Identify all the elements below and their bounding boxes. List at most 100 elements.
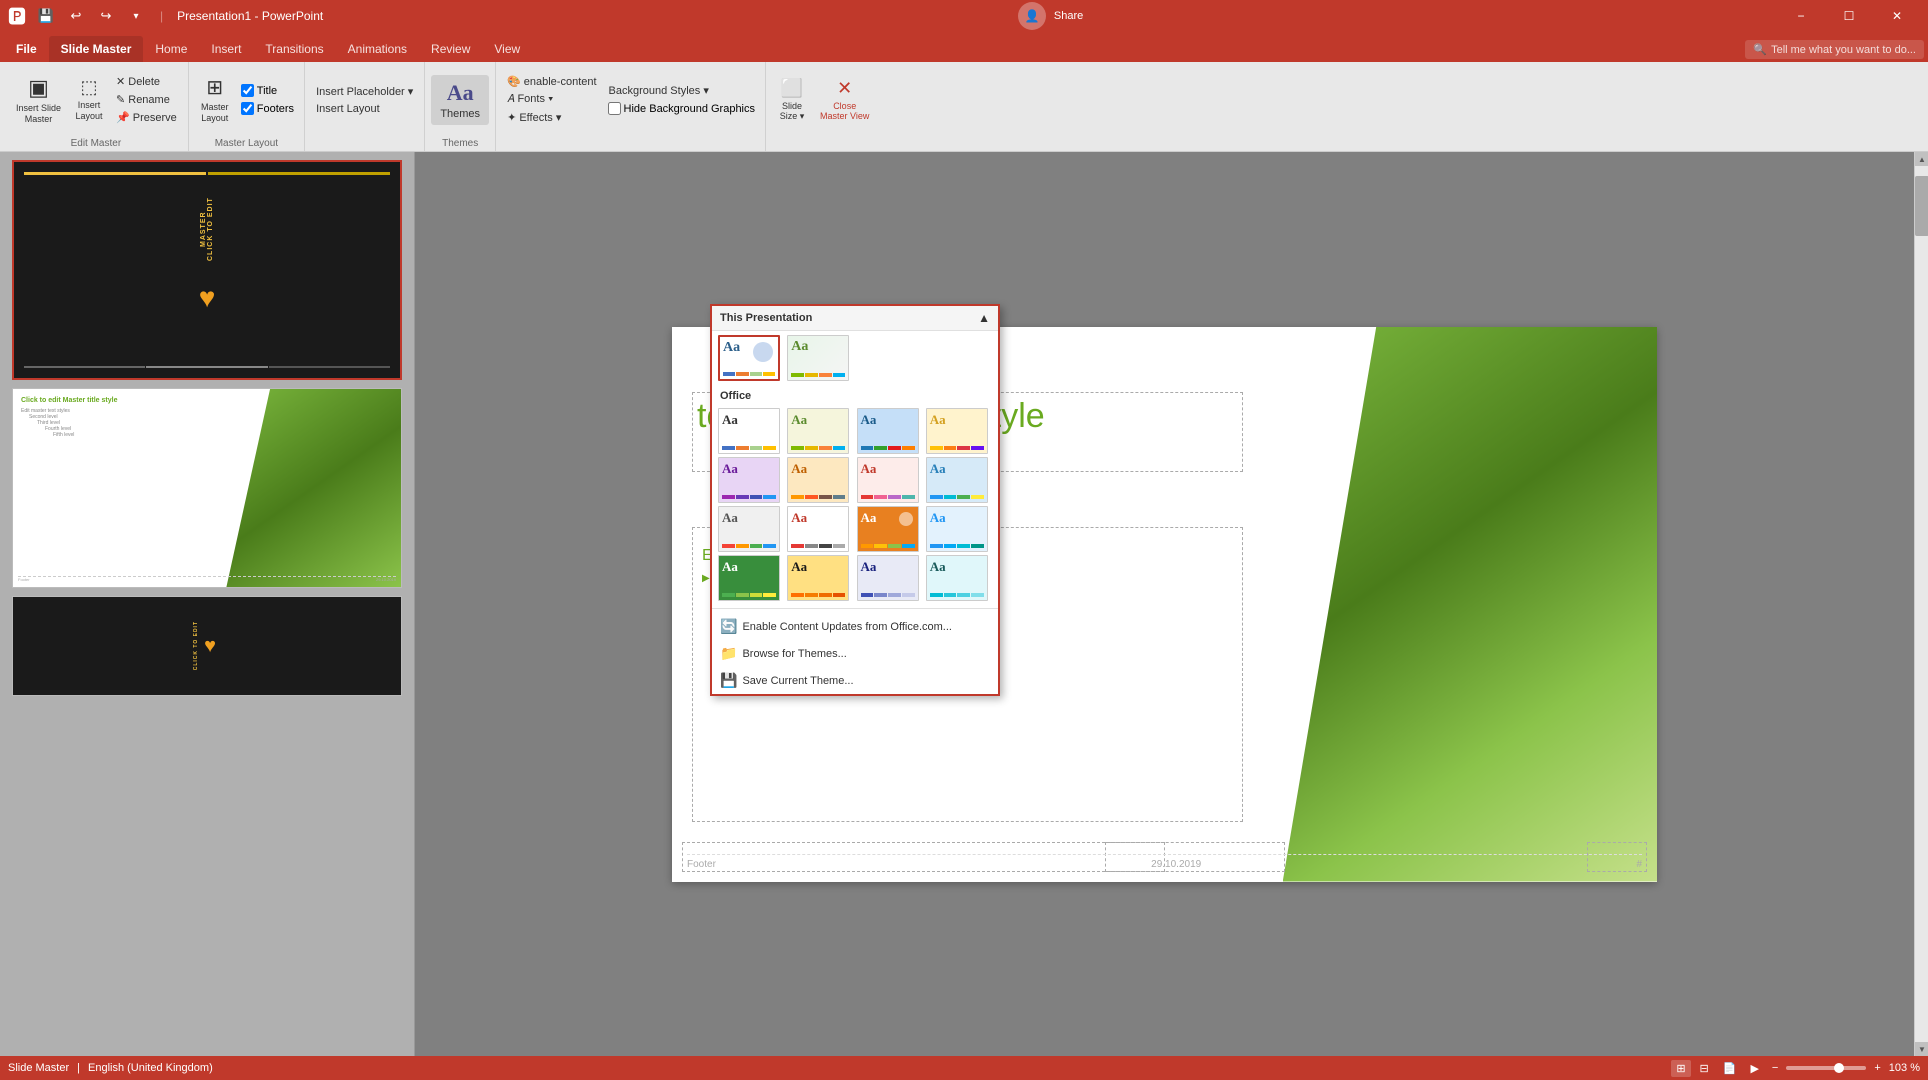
thumb2-title: Click to edit Master title style: [21, 397, 393, 404]
office-aa-14: Aa: [791, 559, 845, 575]
this-presentation-grid: Aa: [712, 331, 998, 385]
tab-review[interactable]: Review: [419, 36, 482, 62]
tab-insert[interactable]: Insert: [199, 36, 253, 62]
office-theme-3[interactable]: Aa: [857, 408, 919, 454]
colors-button[interactable]: 🎨 enable-content: [502, 73, 601, 90]
office-theme-10[interactable]: Aa: [787, 506, 849, 552]
theme-tile-current-1[interactable]: Aa: [718, 335, 780, 381]
thumb1-top-bars: [24, 172, 390, 175]
zoom-plus[interactable]: +: [1874, 1062, 1880, 1074]
thumb2-text-area: Click to edit Master title style Edit ma…: [13, 389, 401, 446]
maximize-button[interactable]: ☐: [1826, 0, 1872, 32]
browse-themes-icon: 📁: [720, 645, 737, 662]
share-button[interactable]: Share: [1054, 10, 1083, 22]
title-checkbox[interactable]: Title: [237, 82, 298, 99]
theme-tile-current-2[interactable]: Aa: [787, 335, 849, 381]
office-theme-14[interactable]: Aa: [787, 555, 849, 601]
rename-button[interactable]: ✎ Rename: [111, 91, 182, 108]
slide-thumb-container-2: 2 Click to edit Master title style Edit …: [12, 388, 402, 588]
ribbon-group-master-layout: ⊞ MasterLayout Title Footers Master Layo…: [189, 62, 305, 151]
office-theme-11[interactable]: Aa: [857, 506, 919, 552]
window-controls: − ☐ ✕: [1778, 0, 1920, 32]
hide-background-checkbox[interactable]: Hide Background Graphics: [604, 100, 759, 117]
office-theme-8[interactable]: Aa: [926, 457, 988, 503]
theme-bar-2-4: [833, 373, 846, 377]
themes-section-title: This Presentation: [720, 312, 812, 324]
office-theme-5[interactable]: Aa: [718, 457, 780, 503]
scroll-down-arrow[interactable]: ▼: [1915, 1042, 1928, 1056]
office-theme-4[interactable]: Aa: [926, 408, 988, 454]
slide-sorter-button[interactable]: ⊟: [1695, 1060, 1714, 1077]
thumb1-content: CLICK TO EDIT MASTER ♥: [24, 189, 390, 314]
themes-button[interactable]: Aa Themes: [431, 75, 489, 125]
close-master-button[interactable]: ✕ CloseMaster View: [814, 75, 875, 124]
fonts-button[interactable]: 𝐴 Fonts ▾: [502, 91, 601, 108]
minimize-button[interactable]: −: [1778, 0, 1824, 32]
zoom-minus[interactable]: −: [1772, 1062, 1778, 1074]
insert-layout-button[interactable]: ⬚ InsertLayout: [69, 74, 109, 125]
save-button[interactable]: 💾: [32, 2, 60, 30]
office-aa-1: Aa: [722, 412, 776, 428]
office-theme-16[interactable]: Aa: [926, 555, 988, 601]
office-theme-inner-13: Aa: [719, 556, 779, 600]
reading-view-button[interactable]: 📄: [1718, 1060, 1742, 1077]
insert-placeholder-button[interactable]: Insert Placeholder ▾: [311, 83, 418, 100]
office-theme-inner-2: Aa: [788, 409, 848, 453]
slide-thumb-2[interactable]: Click to edit Master title style Edit ma…: [12, 388, 402, 588]
customize-button[interactable]: ▾: [122, 2, 150, 30]
delete-button[interactable]: ✕ Delete: [111, 73, 182, 90]
close-master-icon: ✕: [837, 78, 852, 99]
slide-thumb-3[interactable]: CLICK TO EDIT ♥: [12, 596, 402, 696]
office-bars-13: [722, 593, 776, 597]
insert-layout3-button[interactable]: Insert Layout: [311, 101, 418, 117]
slideshow-button[interactable]: ▶: [1745, 1060, 1763, 1077]
scroll-up-arrow[interactable]: ▲: [1915, 152, 1928, 166]
normal-view-button[interactable]: ⊞: [1671, 1060, 1690, 1077]
themes-close-btn[interactable]: ▲: [978, 311, 990, 325]
theme-bar-1-4: [763, 372, 775, 376]
office-theme-6[interactable]: Aa: [787, 457, 849, 503]
title-bar: 🅿 💾 ↩ ↪ ▾ | Presentation1 - PowerPoint 👤…: [0, 0, 1928, 32]
insert-slide-master-icon: ▣: [28, 75, 49, 101]
slide-size-button[interactable]: ⬜ SlideSize ▾: [772, 75, 812, 125]
footers-checkbox[interactable]: Footers: [237, 100, 298, 117]
enable-content-link[interactable]: 🔄 Enable Content Updates from Office.com…: [712, 613, 998, 640]
user-area: 👤 Share: [1018, 2, 1083, 30]
office-theme-2[interactable]: Aa: [787, 408, 849, 454]
tab-slide-master[interactable]: Slide Master: [49, 36, 144, 62]
effects-button[interactable]: ✦ Effects ▾: [502, 109, 601, 126]
office-theme-13[interactable]: Aa: [718, 555, 780, 601]
browse-themes-label: Browse for Themes...: [742, 648, 846, 660]
slide-panel[interactable]: CLICK TO EDIT MASTER ♥ 2 Cli: [0, 152, 415, 1056]
tab-file[interactable]: File: [4, 36, 49, 62]
save-theme-link[interactable]: 💾 Save Current Theme...: [712, 667, 998, 694]
close-button[interactable]: ✕: [1874, 0, 1920, 32]
zoom-slider[interactable]: [1786, 1066, 1866, 1070]
search-box[interactable]: 🔍 Tell me what you want to do...: [1745, 40, 1924, 59]
slide-size-icon: ⬜: [781, 78, 803, 99]
canvas-wrapper: to edit Master title style Edit master t…: [415, 152, 1928, 1056]
office-theme-7[interactable]: Aa: [857, 457, 919, 503]
scrollbar-thumb[interactable]: [1915, 176, 1928, 236]
office-theme-inner-16: Aa: [927, 556, 987, 600]
browse-themes-link[interactable]: 📁 Browse for Themes...: [712, 640, 998, 667]
scrollbar-track[interactable]: [1915, 166, 1928, 1042]
insert-slide-master-button[interactable]: ▣ Insert SlideMaster: [10, 72, 67, 128]
office-theme-15[interactable]: Aa: [857, 555, 919, 601]
background-styles-button[interactable]: Background Styles ▾: [604, 82, 759, 99]
tab-animations[interactable]: Animations: [336, 36, 419, 62]
tab-home[interactable]: Home: [143, 36, 199, 62]
undo-button[interactable]: ↩: [62, 2, 90, 30]
master-layout-button[interactable]: ⊞ MasterLayout: [195, 72, 235, 127]
preserve-button[interactable]: 📌 Preserve: [111, 109, 182, 126]
office-theme-12[interactable]: Aa: [926, 506, 988, 552]
slide-thumb-1[interactable]: CLICK TO EDIT MASTER ♥: [12, 160, 402, 380]
tab-transitions[interactable]: Transitions: [253, 36, 335, 62]
office-theme-9[interactable]: Aa: [718, 506, 780, 552]
office-theme-1[interactable]: Aa: [718, 408, 780, 454]
thumb2-body5: Fifth level: [53, 432, 393, 438]
ribbon-group-themes: Aa Themes Themes: [425, 62, 496, 151]
tab-view[interactable]: View: [482, 36, 532, 62]
redo-button[interactable]: ↪: [92, 2, 120, 30]
theme-bar-1-3: [750, 372, 762, 376]
